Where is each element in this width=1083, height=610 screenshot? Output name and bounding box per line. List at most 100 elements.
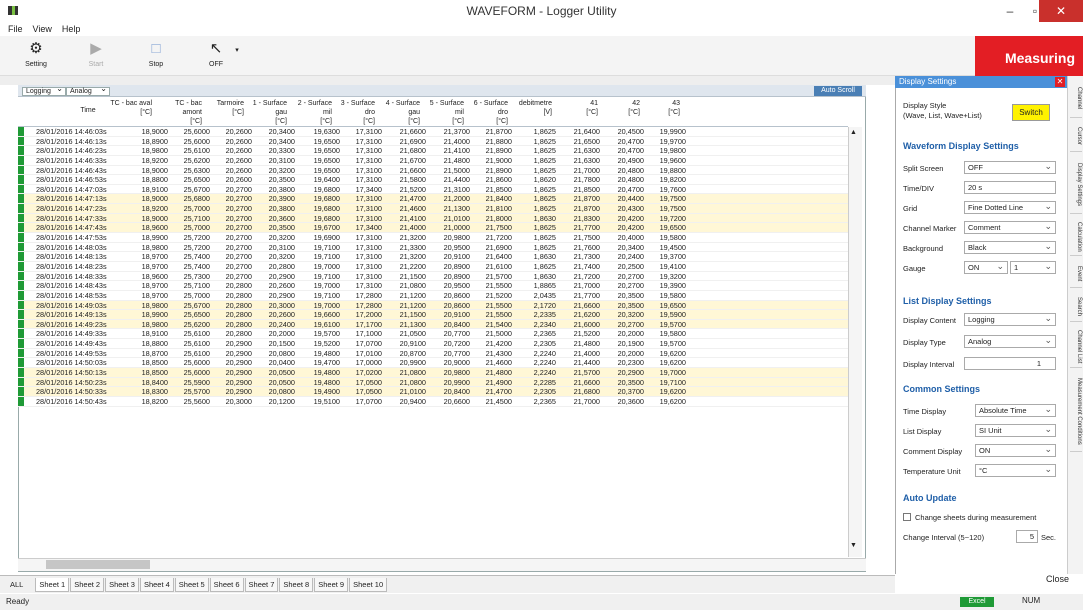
column-header: TC - bac aval [°C] <box>108 99 152 126</box>
sheet-tab[interactable]: Sheet 6 <box>209 577 244 592</box>
table-row[interactable]: 28/01/2016 14:46:43s 18,9000 25,6300 20,260… <box>18 165 848 176</box>
side-tab[interactable]: Measurement Conditions <box>1070 372 1082 452</box>
scroll-up-icon[interactable]: ▲ <box>850 129 857 136</box>
value-cell: 20,4900 <box>617 155 644 165</box>
horizontal-scroll-thumb[interactable] <box>46 560 150 569</box>
side-tab[interactable]: Calculation <box>1070 218 1082 256</box>
table-row[interactable]: 28/01/2016 14:49:33s 18,9100 25,6100 20,280… <box>18 329 848 340</box>
stop-button[interactable]: □ Stop <box>136 40 176 68</box>
change-interval-input[interactable]: 5 <box>1016 530 1038 543</box>
row-marker <box>18 252 24 261</box>
table-row[interactable]: 28/01/2016 14:46:13s 18,8900 25,6000 20,260… <box>18 136 848 147</box>
table-row[interactable]: 28/01/2016 14:47:23s 18,9200 25,7000 20,270… <box>18 204 848 214</box>
table-row[interactable]: 28/01/2016 14:46:53s 18,8800 25,6500 20,260… <box>18 175 848 185</box>
toolbar-dropdown[interactable]: ▾ <box>230 46 244 54</box>
value-cell: 18,9800 <box>141 319 168 329</box>
list-display-select[interactable]: SI Unit <box>975 423 1056 437</box>
close-window-button[interactable]: ✕ <box>1039 0 1083 22</box>
split-screen-select[interactable]: OFF <box>964 160 1056 174</box>
value-cell: 1,8625 <box>533 155 556 165</box>
table-row[interactable]: 28/01/2016 14:47:33s 18,9000 25,7100 20,270… <box>18 213 848 224</box>
table-row[interactable]: 28/01/2016 14:50:13s 18,8500 25,6000 20,290… <box>18 368 848 378</box>
display-interval-stepper[interactable]: 1 <box>964 357 1056 370</box>
table-row[interactable]: 28/01/2016 14:49:53s 18,8700 25,6100 20,290… <box>18 348 848 359</box>
display-type-select[interactable]: Analog <box>964 334 1056 348</box>
sheet-tab[interactable]: Sheet 5 <box>174 577 209 592</box>
vertical-scrollbar[interactable] <box>848 127 862 557</box>
value-cell: 21,6900 <box>485 242 512 252</box>
grid-select[interactable]: Fine Dotted Line <box>964 200 1056 214</box>
menu-view[interactable]: View <box>33 22 52 36</box>
table-row[interactable]: 28/01/2016 14:48:13s 18,9700 25,7400 20,270… <box>18 252 848 262</box>
column-name: 5 - Surface mil <box>429 100 464 116</box>
table-row[interactable]: 28/01/2016 14:50:33s 18,8300 25,5700 20,290… <box>18 387 848 397</box>
comment-display-select[interactable]: ON <box>975 443 1056 457</box>
gauge-number-select[interactable]: 1 <box>1010 260 1056 274</box>
table-row[interactable]: 28/01/2016 14:47:13s 18,9000 25,6800 20,270… <box>18 194 848 205</box>
measuring-indicator: Measuring <box>975 36 1083 76</box>
change-sheets-checkbox[interactable] <box>903 513 911 521</box>
table-row[interactable]: 28/01/2016 14:48:53s 18,9700 25,7000 20,280… <box>18 290 848 301</box>
excel-button[interactable]: Excel <box>960 597 994 607</box>
table-row[interactable]: 28/01/2016 14:49:43s 18,8800 25,6100 20,290… <box>18 339 848 349</box>
sheet-tab[interactable]: Sheet 10 <box>349 577 388 592</box>
table-row[interactable]: 28/01/2016 14:47:03s 18,9100 25,6700 20,270… <box>18 184 848 195</box>
channel-marker-select[interactable]: Comment <box>964 220 1056 234</box>
value-cell: 20,9400 <box>399 396 426 406</box>
cursor-off-button[interactable]: ↖ OFF <box>196 40 236 68</box>
switch-button[interactable]: Switch <box>1012 104 1050 121</box>
temperature-unit-select[interactable]: °C <box>975 463 1056 477</box>
side-tab[interactable]: Search <box>1070 292 1082 322</box>
analog-select[interactable]: Analog <box>66 85 110 96</box>
table-row[interactable]: 28/01/2016 14:49:03s 18,9800 25,6700 20,280… <box>18 300 848 311</box>
setting-button[interactable]: ⚙ Setting <box>16 40 56 68</box>
row-marker <box>18 223 24 233</box>
table-row[interactable]: 28/01/2016 14:46:03s 18,9000 25,6000 20,260… <box>18 127 848 137</box>
gauge-select[interactable]: ON <box>964 260 1008 274</box>
side-tab[interactable]: Display Settings <box>1070 156 1082 214</box>
side-tab[interactable]: Event <box>1070 260 1082 288</box>
table-row[interactable]: 28/01/2016 14:46:33s 18,9200 25,6200 20,260… <box>18 155 848 166</box>
auto-scroll-button[interactable]: Auto Scroll <box>814 86 862 96</box>
scroll-down-icon[interactable]: ▼ <box>850 542 857 549</box>
panel-close-icon[interactable]: ✕ <box>1055 77 1065 87</box>
table-row[interactable]: 28/01/2016 14:49:13s 18,9900 25,6500 20,280… <box>18 310 848 320</box>
menu-help[interactable]: Help <box>62 22 81 36</box>
sheet-tab[interactable]: Sheet 9 <box>314 577 349 592</box>
table-row[interactable]: 28/01/2016 14:49:23s 18,9800 25,6200 20,280… <box>18 319 848 330</box>
sheet-tab[interactable]: Sheet 1 <box>35 577 70 592</box>
table-row[interactable]: 28/01/2016 14:50:43s 18,8200 25,5600 20,300… <box>18 396 848 407</box>
table-row[interactable]: 28/01/2016 14:48:03s 18,9800 25,7200 20,270… <box>18 242 848 253</box>
background-select[interactable]: Black <box>964 240 1056 254</box>
row-marker <box>18 136 24 146</box>
display-content-select[interactable]: Logging <box>964 312 1056 326</box>
panel-close-button[interactable]: Close <box>1046 574 1069 584</box>
sheet-tab[interactable]: Sheet 7 <box>244 577 279 592</box>
value-cell: 20,2700 <box>225 184 252 194</box>
value-cell: 19,5800 <box>659 329 686 339</box>
start-button[interactable]: ▶ Start <box>76 40 116 68</box>
table-row[interactable]: 28/01/2016 14:48:43s 18,9700 25,7100 20,280… <box>18 281 848 291</box>
value-cell: 20,2900 <box>225 387 252 397</box>
table-row[interactable]: 28/01/2016 14:50:03s 18,8500 25,6000 20,290… <box>18 358 848 369</box>
table-row[interactable]: 28/01/2016 14:48:33s 18,9600 25,7300 20,270… <box>18 271 848 282</box>
table-row[interactable]: 28/01/2016 14:50:23s 18,8400 25,5900 20,290… <box>18 377 848 388</box>
sheet-tab[interactable]: Sheet 2 <box>70 577 105 592</box>
all-sheets-button[interactable]: ALL <box>10 580 23 589</box>
value-cell: 20,2900 <box>268 271 295 281</box>
time-display-select[interactable]: Absolute Time <box>975 403 1056 417</box>
table-row[interactable]: 28/01/2016 14:48:23s 18,9700 25,7400 20,270… <box>18 261 848 272</box>
sheet-tab[interactable]: Sheet 4 <box>139 577 174 592</box>
time-div-stepper[interactable]: 20 s <box>964 181 1056 194</box>
logging-select[interactable]: Logging <box>22 85 66 96</box>
table-row[interactable]: 28/01/2016 14:47:53s 18,9900 25,7200 20,270… <box>18 233 848 243</box>
menu-file[interactable]: File <box>8 22 23 36</box>
sheet-tab[interactable]: Sheet 8 <box>279 577 314 592</box>
table-row[interactable]: 28/01/2016 14:46:23s 18,9800 25,6100 20,260… <box>18 146 848 156</box>
side-tab[interactable]: Cursor <box>1070 122 1082 152</box>
table-row[interactable]: 28/01/2016 14:47:43s 18,9600 25,7000 20,270… <box>18 223 848 234</box>
sheet-tab[interactable]: Sheet 3 <box>105 577 139 592</box>
side-tab[interactable]: Channel List <box>1070 326 1082 368</box>
value-cell: 1,8865 <box>533 281 556 291</box>
side-tab[interactable]: Channel <box>1070 80 1082 118</box>
